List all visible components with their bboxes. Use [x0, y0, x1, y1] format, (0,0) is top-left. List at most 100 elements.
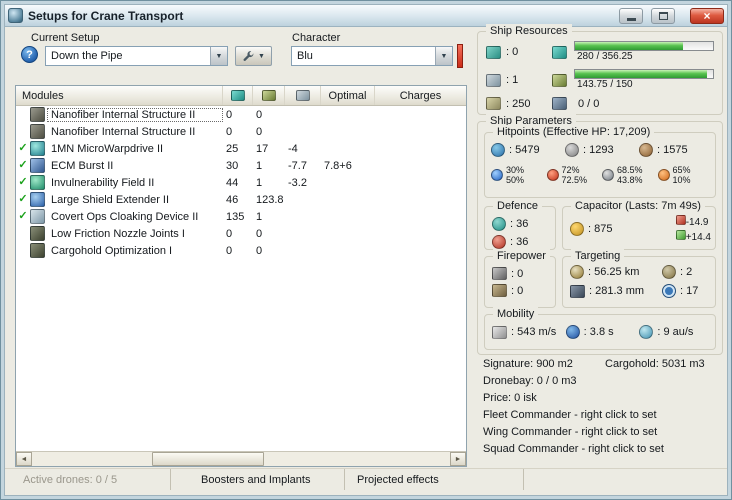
modules-rows: Nanofiber Internal Structure II 0 0 Nano…: [16, 106, 466, 451]
module-row[interactable]: ✓ Large Shield Extender II 46 123.8: [16, 191, 466, 208]
module-row[interactable]: ✓ 1MN MicroWarpdrive II 25 17 -4: [16, 140, 466, 157]
setup-tools-button[interactable]: ▼: [235, 46, 272, 66]
defence-title: Defence: [493, 199, 542, 213]
module-row[interactable]: Nanofiber Internal Structure II 0 0: [16, 123, 466, 140]
kinetic-armor-resist: 43.8%: [617, 175, 643, 185]
em-shield-resist: 30%: [506, 165, 525, 175]
defence-reinforced-value: : 36: [510, 218, 529, 230]
module-pg: 0: [256, 125, 263, 138]
close-button[interactable]: ×: [690, 7, 724, 24]
max-velocity: : 543 m/s: [492, 325, 566, 339]
setup-combobox[interactable]: Down the Pipe ▼: [45, 46, 228, 66]
character-dropdown-button[interactable]: ▼: [435, 47, 452, 65]
module-pg: 17: [256, 142, 269, 155]
wrench-icon: [243, 50, 254, 61]
price-line: Price: 0 isk: [483, 392, 537, 404]
module-active-check[interactable]: ✓: [16, 141, 30, 156]
modules-column-header[interactable]: Modules: [16, 86, 222, 105]
module-active-check[interactable]: ✓: [16, 192, 30, 207]
targeting-range: : 56.25 km: [570, 265, 662, 279]
minimize-button[interactable]: [619, 7, 643, 24]
resource-row-drones: : 250 0 / 0: [486, 97, 716, 110]
warp-speed-value: : 9 au/s: [657, 326, 694, 338]
ship-stats: Signature: 900 m2 Cargohold: 5031 m3 Dron…: [483, 356, 705, 458]
chevron-down-icon: ▼: [215, 52, 223, 60]
resists-row: 30% 50% 72% 72.5% 68.5% 43.8% 65% 10%: [491, 165, 713, 185]
kinetic-shield-resist: 68.5%: [617, 165, 643, 175]
turret-hardpoints-icon: [486, 45, 501, 59]
tab-active-drones[interactable]: Active drones: 0 / 5: [5, 469, 171, 490]
setup-dropdown-button[interactable]: ▼: [210, 47, 227, 65]
module-icon: [30, 192, 45, 207]
modules-horizontal-scrollbar[interactable]: ◄ ►: [16, 451, 466, 466]
cpu-column-header[interactable]: [222, 86, 252, 105]
scrollbar-thumb[interactable]: [152, 452, 264, 466]
ship-resources-body: : 0 280 / 356.25 : 1 143.75 / 150: 250 …: [486, 41, 716, 110]
mobility-title: Mobility: [493, 307, 539, 321]
fleet-commander-line[interactable]: Fleet Commander - right click to set: [483, 407, 705, 424]
module-icon: [30, 124, 45, 139]
cap-recharge-icon: [675, 230, 686, 240]
powergrid-column-header[interactable]: [252, 86, 284, 105]
module-name: Cargohold Optimization I: [51, 244, 173, 257]
squad-commander-line[interactable]: Squad Commander - right click to set: [483, 441, 705, 458]
signature-value: Signature: 900 m2: [483, 358, 573, 370]
module-pg: 0: [256, 244, 263, 257]
module-cpu: 0: [226, 227, 233, 240]
module-row[interactable]: Low Friction Nozzle Joints I 0 0: [16, 225, 466, 242]
module-icon: [30, 107, 45, 122]
max-targets-icon: [662, 265, 676, 279]
shield-hp-value: : 5479: [509, 144, 540, 156]
optimal-column-header[interactable]: Optimal: [320, 86, 374, 105]
module-pg: 123.8: [256, 193, 284, 206]
defence-sustained: : 36: [492, 235, 551, 249]
window-inner: Setups for Crane Transport × Current Set…: [4, 4, 728, 496]
module-row[interactable]: ✓ Covert Ops Cloaking Device II 135 1: [16, 208, 466, 225]
module-name: Nanofiber Internal Structure II: [51, 125, 196, 138]
calibration-value: : 250: [506, 97, 531, 110]
scroll-left-button[interactable]: ◄: [16, 452, 32, 466]
charges-column-header[interactable]: Charges: [374, 86, 466, 105]
dronebay-line: Dronebay: 0 / 0 m3: [483, 375, 577, 387]
firepower-group: Firepower : 0 : 0: [484, 249, 556, 308]
close-icon: ×: [703, 8, 711, 23]
module-cap: -3.2: [288, 176, 307, 189]
module-optimal: 7.8+6: [324, 159, 352, 172]
module-row[interactable]: ✓ Invulnerability Field II 44 1 -3.2: [16, 174, 466, 191]
launcher-hardpoints-icon: [486, 73, 501, 87]
module-row[interactable]: Cargohold Optimization I 0 0: [16, 242, 466, 259]
sensor-strength-value: : 17: [680, 285, 699, 297]
module-row[interactable]: Nanofiber Internal Structure II 0 0: [16, 106, 466, 123]
wing-commander-line[interactable]: Wing Commander - right click to set: [483, 424, 705, 441]
maximize-button[interactable]: [651, 7, 675, 24]
chevron-down-icon: ▼: [440, 52, 448, 60]
align-time: : 3.8 s: [565, 325, 640, 339]
tab-boosters-implants[interactable]: Boosters and Implants: [171, 469, 345, 490]
module-active-check[interactable]: ✓: [16, 175, 30, 190]
window-title: Setups for Crane Transport: [28, 8, 184, 23]
help-button[interactable]: ?: [21, 46, 38, 63]
character-combobox[interactable]: Blu ▼: [291, 46, 453, 66]
sensor-strength-icon: [662, 284, 676, 298]
module-active-check[interactable]: ✓: [16, 158, 30, 173]
turret-hardpoints-value: : 0: [506, 46, 519, 58]
module-icon: [30, 209, 45, 224]
titlebar: Setups for Crane Transport ×: [5, 5, 727, 27]
turret-firepower: : 0: [492, 267, 551, 280]
powergrid-usage: 143.75 / 150: [574, 69, 716, 91]
scroll-right-button[interactable]: ►: [450, 452, 466, 466]
setup-combobox-value: Down the Pipe: [51, 50, 123, 62]
modules-panel: Modules Optimal Charges Nanofiber Intern…: [15, 85, 467, 467]
module-icon: [30, 158, 45, 173]
reinforced-tank-icon: [492, 217, 506, 231]
scrollbar-track[interactable]: [32, 452, 450, 466]
module-active-check[interactable]: ✓: [16, 209, 30, 224]
modules-header: Modules Optimal Charges: [16, 86, 466, 106]
powergrid-icon: [261, 90, 276, 101]
capacitor-column-header[interactable]: [284, 86, 320, 105]
armor-hp-value: : 1293: [583, 144, 614, 156]
content: Current Setup ? Down the Pipe ▼ ▼ Charac…: [5, 24, 727, 495]
module-row[interactable]: ✓ ECM Burst II 30 1 -7.7 7.8+6: [16, 157, 466, 174]
powergrid-icon: [552, 73, 567, 87]
tab-projected-effects[interactable]: Projected effects: [345, 469, 524, 490]
